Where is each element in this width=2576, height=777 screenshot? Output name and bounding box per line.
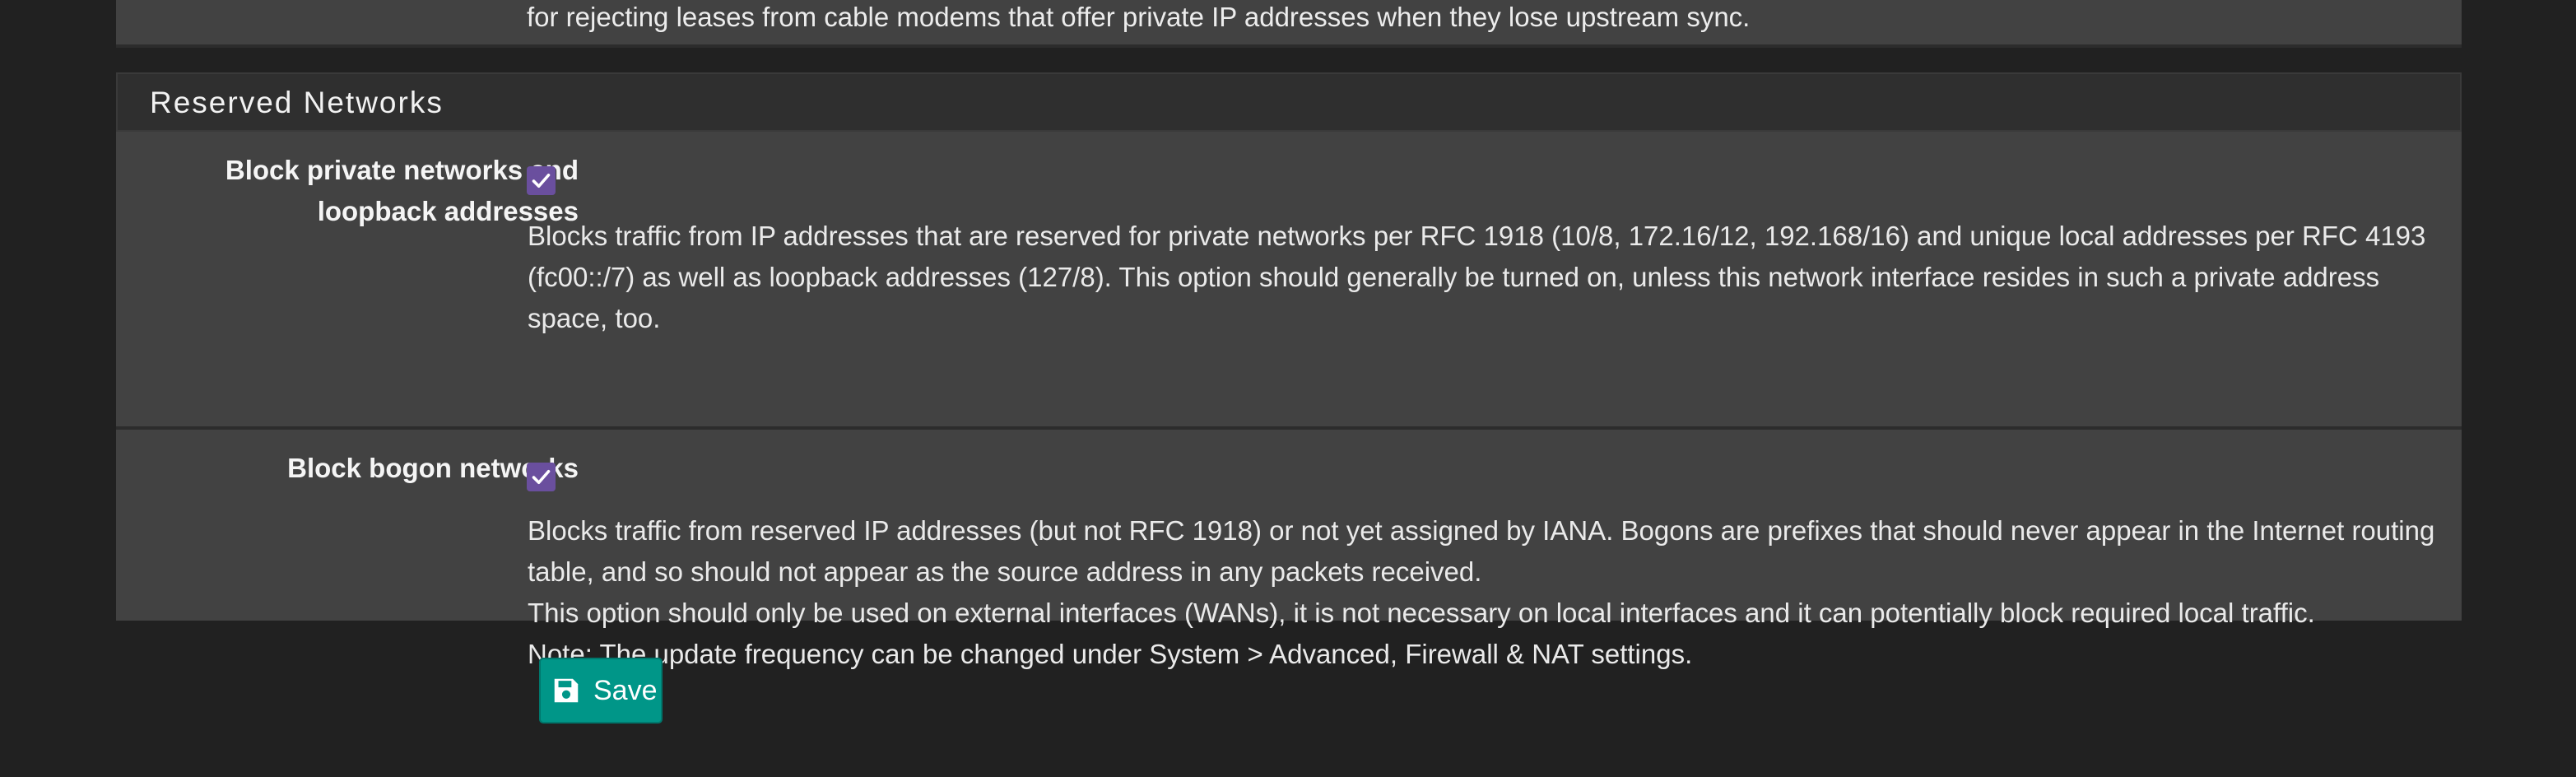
block-private-checkbox[interactable]	[527, 166, 556, 195]
save-button[interactable]: Save	[539, 658, 663, 723]
block-bogon-help-line-2: This option should only be used on exter…	[528, 598, 2315, 628]
block-bogon-row: Block bogon networks Blocks traffic from…	[116, 430, 2462, 669]
block-bogon-checkbox[interactable]	[527, 463, 556, 491]
block-bogon-help: Blocks traffic from reserved IP addresse…	[528, 510, 2445, 675]
block-bogon-help-line-3: Note: The update frequency can be change…	[528, 639, 1693, 669]
floppy-disk-icon	[554, 678, 579, 703]
panel-heading: Reserved Networks	[116, 72, 2462, 132]
block-private-row: Block private networks and loopback addr…	[116, 132, 2462, 426]
previous-section-help-text: for rejecting leases from cable modems t…	[527, 2, 1751, 32]
block-private-help-text: Blocks traffic from IP addresses that ar…	[528, 221, 2426, 333]
save-button-label: Save	[593, 675, 658, 706]
panel-title: Reserved Networks	[150, 86, 444, 119]
checkmark-icon	[532, 469, 551, 485]
block-bogon-label: Block bogon networks	[287, 453, 579, 483]
checkmark-icon	[532, 173, 551, 188]
reserved-networks-panel: Reserved Networks Block private networks…	[116, 72, 2462, 669]
block-private-help: Blocks traffic from IP addresses that ar…	[528, 216, 2445, 339]
block-private-label: Block private networks and loopback addr…	[225, 155, 579, 226]
previous-section-panel: for rejecting leases from cable modems t…	[116, 0, 2462, 48]
block-bogon-help-line-1: Blocks traffic from reserved IP addresse…	[528, 515, 2435, 587]
page: for rejecting leases from cable modems t…	[0, 0, 2576, 777]
